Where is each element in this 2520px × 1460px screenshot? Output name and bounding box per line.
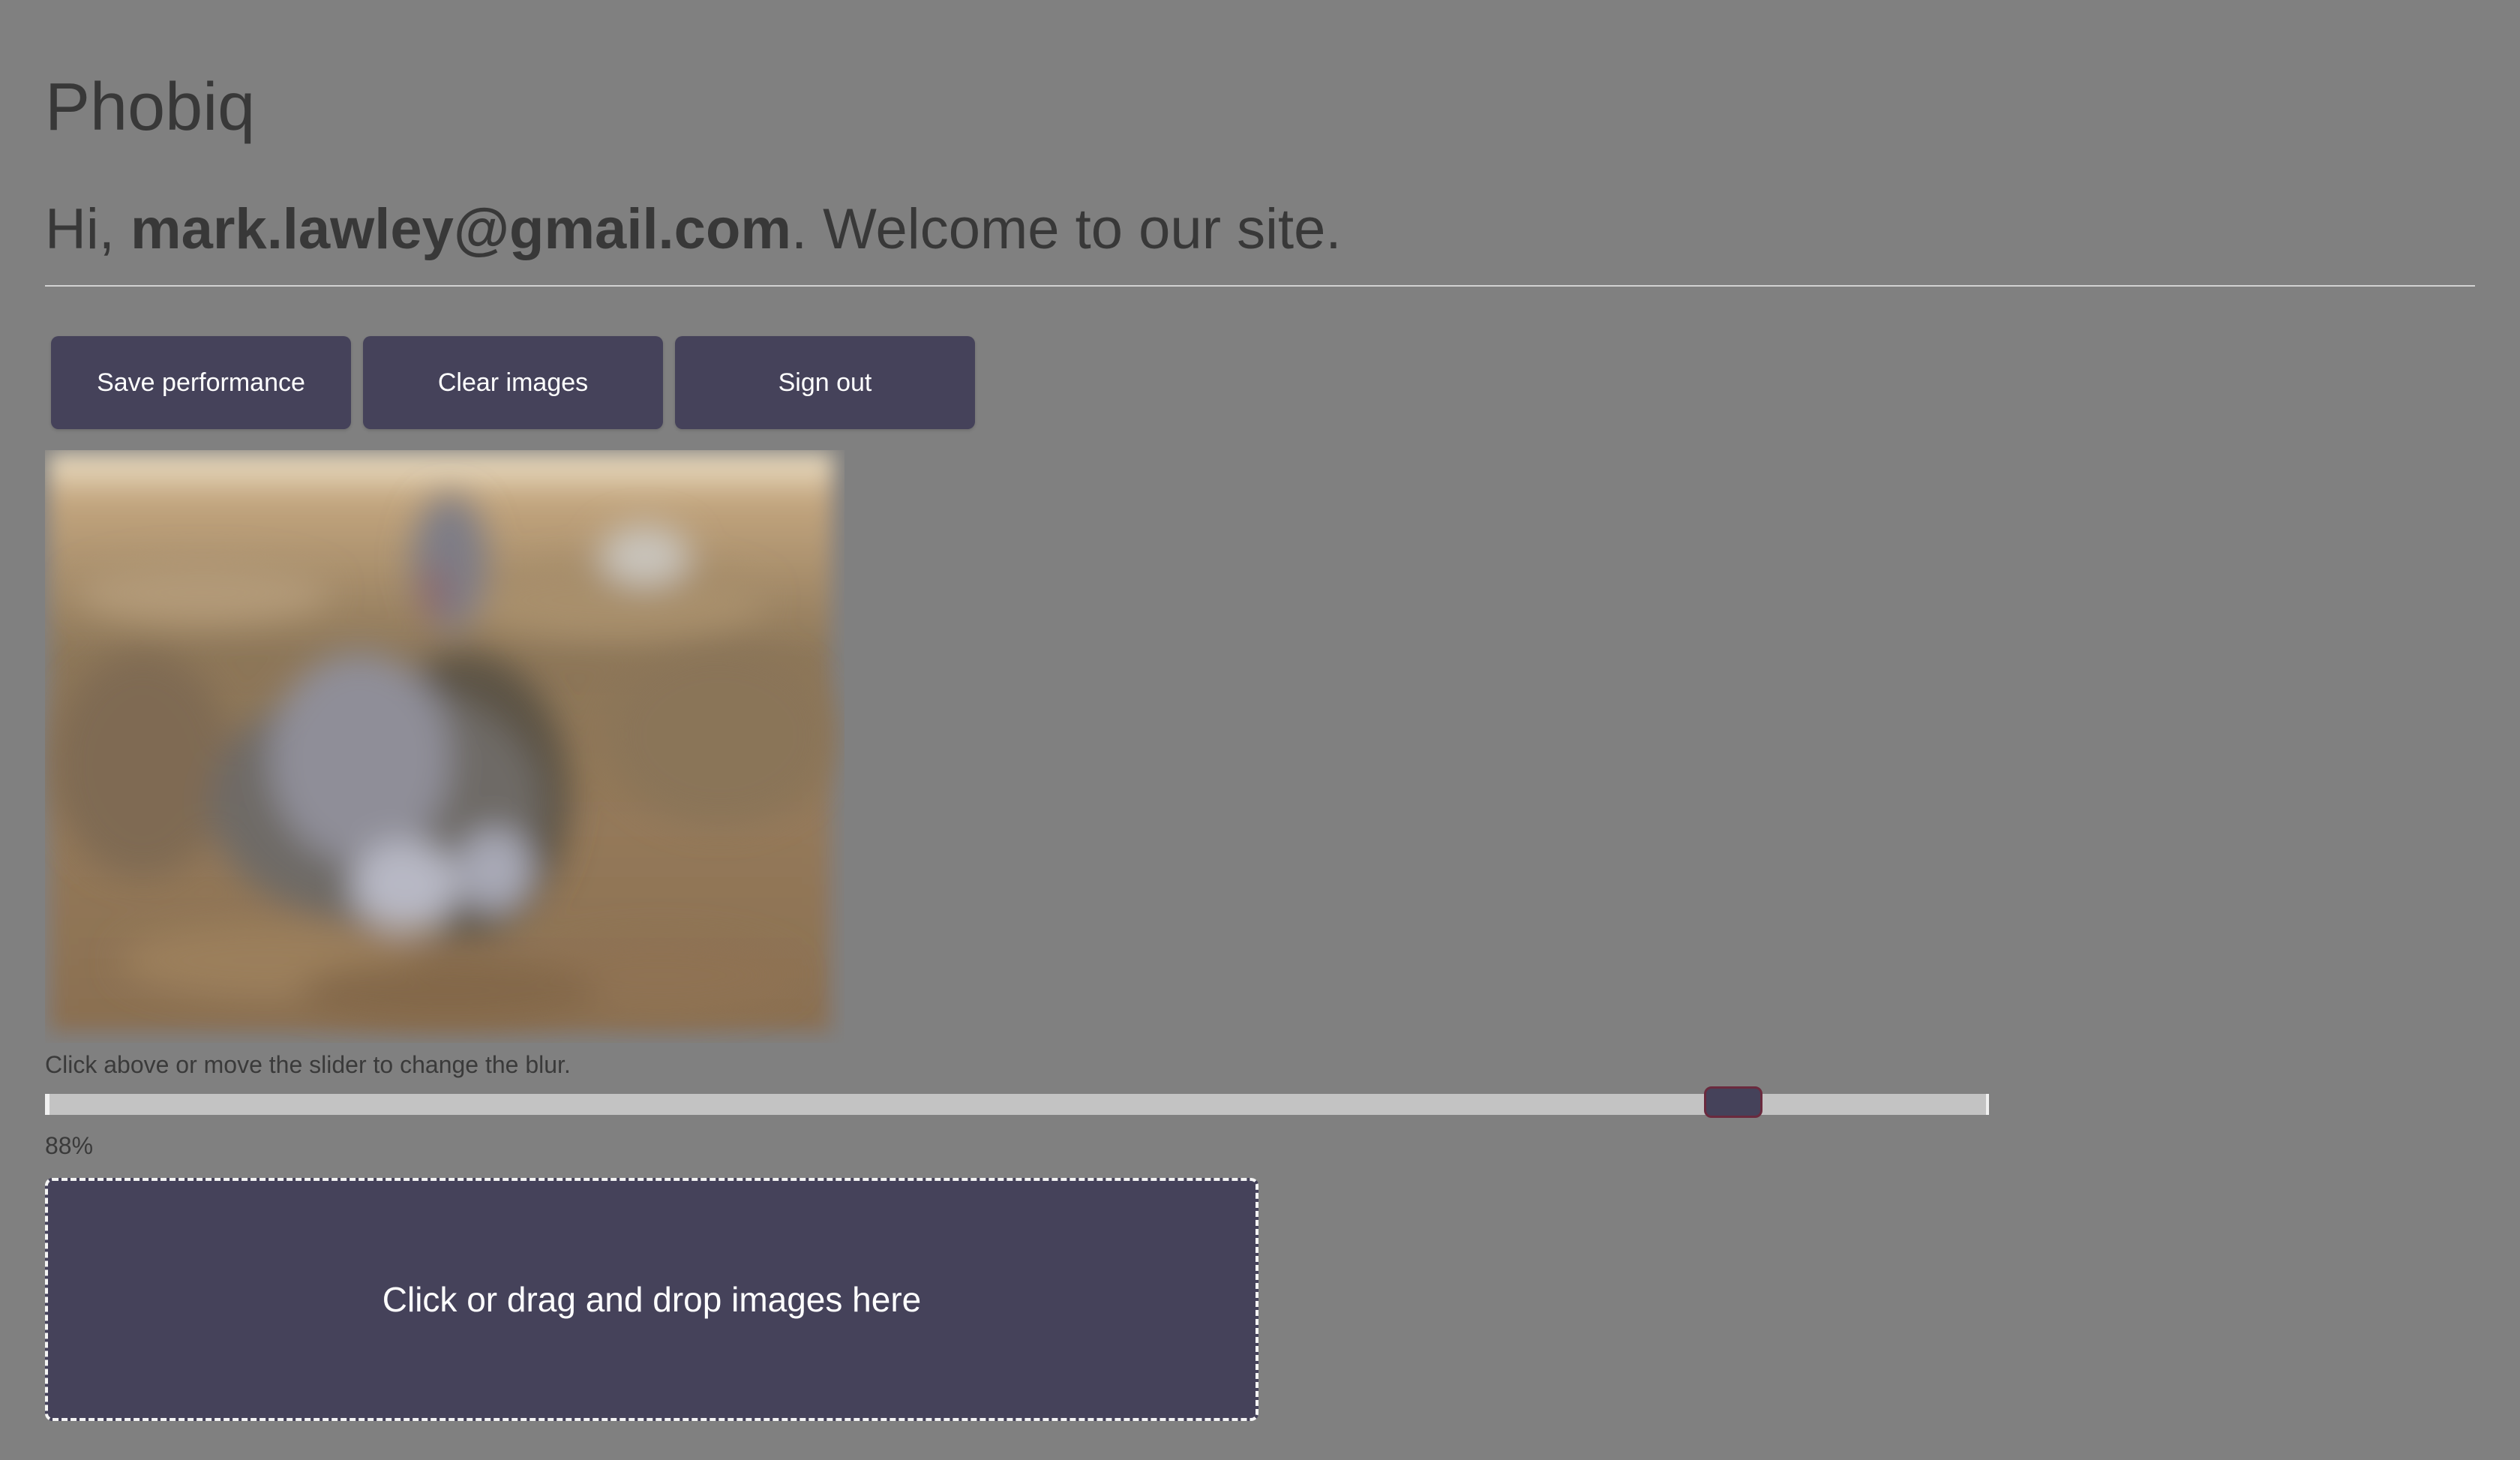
image-dropzone[interactable]: Click or drag and drop images here <box>45 1178 1258 1421</box>
rabbit-photo-icon <box>45 450 844 1043</box>
blur-value-label: 88% <box>45 1132 94 1159</box>
clear-images-button[interactable]: Clear images <box>363 336 663 429</box>
user-email: mark.lawley@gmail.com <box>130 197 791 261</box>
site-title: Phobiq <box>45 70 256 145</box>
blur-slider-thumb[interactable] <box>1704 1086 1762 1118</box>
welcome-suffix: . Welcome to our site. <box>790 197 1342 261</box>
welcome-message: Hi, mark.lawley@gmail.com. Welcome to ou… <box>45 192 1342 267</box>
toolbar: Save performance Clear images Sign out <box>51 336 975 429</box>
blurred-image[interactable] <box>45 450 844 1043</box>
blur-hint-text: Click above or move the slider to change… <box>45 1051 571 1078</box>
dropzone-label: Click or drag and drop images here <box>382 1280 922 1319</box>
sign-out-button[interactable]: Sign out <box>675 336 975 429</box>
header-divider <box>45 285 2475 287</box>
blur-slider-track[interactable] <box>45 1094 1989 1115</box>
save-performance-button[interactable]: Save performance <box>51 336 351 429</box>
welcome-prefix: Hi, <box>45 197 130 261</box>
